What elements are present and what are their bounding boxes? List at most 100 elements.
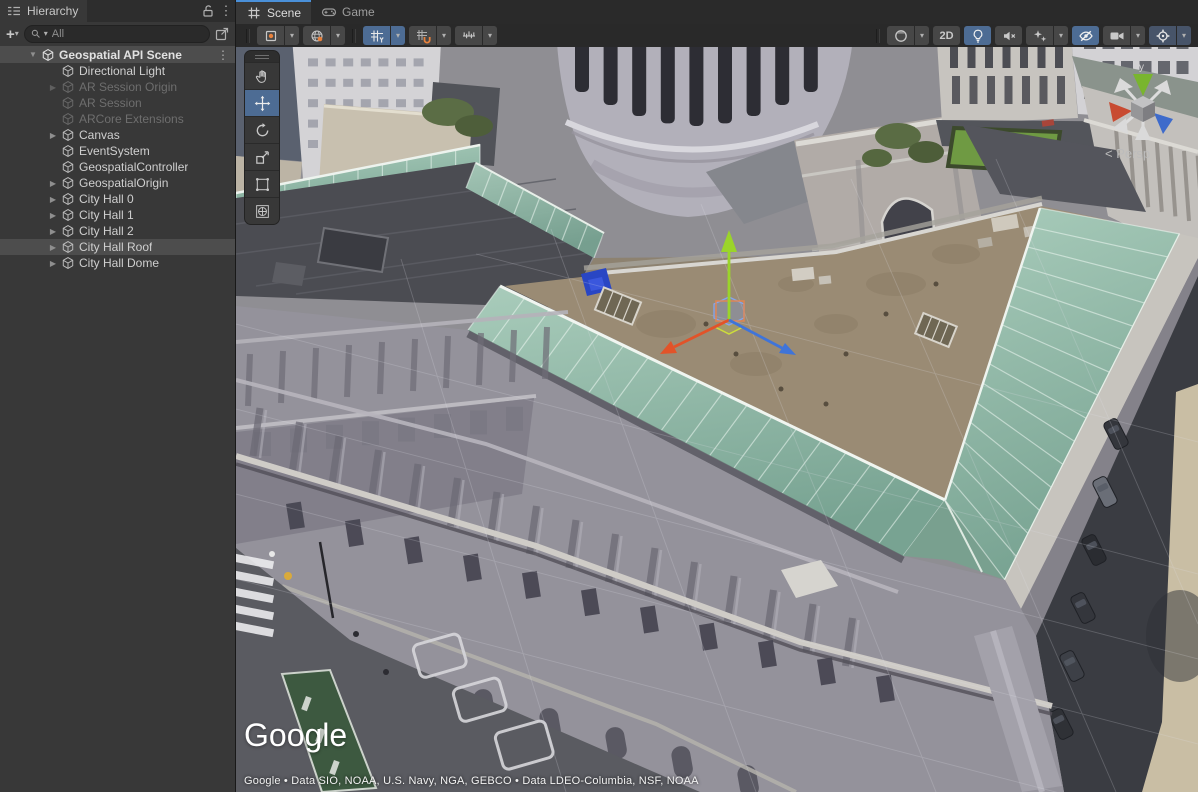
gizmos-dropdown[interactable]: ▾ — [1177, 26, 1191, 45]
plus-icon: + — [6, 27, 15, 42]
hierarchy-item-city-hall-1[interactable]: ▶City Hall 1 — [0, 207, 235, 223]
scene-viewport[interactable]: y < Persp ▾ ▾ — [236, 24, 1198, 792]
hierarchy-item-city-hall-0[interactable]: ▶City Hall 0 — [0, 191, 235, 207]
scale-tool-button[interactable] — [245, 143, 279, 170]
hierarchy-item-ar-session-origin[interactable]: ▶ AR Session Origin — [0, 79, 235, 95]
globe-icon — [309, 28, 325, 44]
grid-snapping-button[interactable] — [363, 26, 390, 45]
hierarchy-panel-icon — [6, 3, 22, 19]
hierarchy-menu-kebab-icon[interactable]: ⋮ — [217, 0, 235, 22]
camera-settings-dropdown[interactable]: ▾ — [1131, 26, 1145, 45]
toolbar-separator — [876, 29, 880, 43]
scene-canvas[interactable]: y < Persp — [236, 24, 1198, 792]
pivot-mode-button[interactable] — [257, 26, 284, 45]
gameobject-cube-icon — [60, 95, 76, 111]
gameobject-cube-icon — [60, 63, 76, 79]
gizmo-axis-label: y — [1139, 62, 1144, 73]
hierarchy-item-ar-session[interactable]: AR Session — [0, 95, 235, 111]
2d-toggle-button[interactable]: 2D — [933, 26, 960, 45]
scene-view: Scene Game — [236, 0, 1198, 792]
hierarchy-item-city-hall-2[interactable]: ▶City Hall 2 — [0, 223, 235, 239]
increment-snap-button[interactable] — [455, 26, 482, 45]
toolbar-separator — [352, 29, 356, 43]
lock-icon[interactable] — [199, 0, 217, 22]
scale-tool-icon — [254, 149, 271, 166]
audio-toggle-button[interactable] — [995, 26, 1022, 45]
hierarchy-item-city-hall-roof[interactable]: ▶ City Hall Roof — [0, 239, 235, 255]
snap-toggle-button[interactable] — [409, 26, 436, 45]
hierarchy-searchbox: ▾ — [24, 25, 210, 43]
gameobject-cube-icon — [60, 175, 76, 191]
hierarchy-item-label: ARCore Extensions — [79, 112, 184, 126]
hierarchy-panel: Hierarchy ⋮ + ▾ ▾ ▼ — [0, 0, 236, 792]
hierarchy-search-input[interactable] — [50, 27, 204, 41]
hierarchy-item-geospatialorigin[interactable]: ▶GeospatialOrigin — [0, 175, 235, 191]
hierarchy-item-city-hall-dome[interactable]: ▶City Hall Dome — [0, 255, 235, 271]
scene-root-label: Geospatial API Scene — [59, 48, 182, 62]
expand-arrow-icon[interactable]: ▶ — [46, 227, 60, 236]
gamepad-icon — [321, 4, 337, 20]
gameobject-cube-icon — [60, 191, 76, 207]
expand-arrow-icon[interactable]: ▶ — [46, 243, 60, 252]
scene-options-kebab-icon[interactable]: ⋮ — [217, 48, 235, 62]
camera-icon — [1109, 28, 1125, 44]
rotate-tool-button[interactable] — [245, 116, 279, 143]
hierarchy-item-label: Directional Light — [79, 64, 165, 78]
unity-editor-window: Hierarchy ⋮ + ▾ ▾ ▼ — [0, 0, 1198, 792]
gameobject-cube-icon — [60, 255, 76, 271]
expand-arrow-icon[interactable]: ▶ — [46, 211, 60, 220]
rect-tool-button[interactable] — [245, 170, 279, 197]
hand-icon — [254, 68, 271, 85]
gameobject-cube-icon — [60, 207, 76, 223]
pivot-mode-dropdown[interactable]: ▾ — [285, 26, 299, 45]
move-tool-icon — [254, 95, 271, 112]
orientation-globe-button[interactable] — [303, 26, 330, 45]
orientation-dropdown[interactable]: ▾ — [331, 26, 345, 45]
scene-tabbar: Scene Game — [236, 0, 1198, 24]
view-hand-tool-button[interactable] — [245, 62, 279, 89]
scene-view-toolbar: ▾ ▾ ▾ — [236, 24, 1198, 47]
scene-visibility-button[interactable] — [1072, 26, 1099, 45]
hierarchy-scene-root[interactable]: ▼ Geospatial API Scene ⋮ — [0, 46, 235, 63]
effects-dropdown[interactable]: ▾ — [1054, 26, 1068, 45]
tab-game[interactable]: Game — [311, 0, 385, 24]
grid-snapping-dropdown[interactable]: ▾ — [391, 26, 405, 45]
search-filter-caret-icon[interactable]: ▾ — [44, 30, 48, 38]
draw-mode-button[interactable] — [887, 26, 914, 45]
projection-mode-label[interactable]: < Persp — [1105, 146, 1150, 161]
hierarchy-item-arcore-extensions[interactable]: ARCore Extensions — [0, 111, 235, 127]
tab-scene[interactable]: Scene — [236, 0, 311, 24]
tab-hierarchy[interactable]: Hierarchy — [0, 0, 87, 22]
overlay-drag-handle[interactable] — [245, 51, 279, 62]
camera-settings-button[interactable] — [1103, 26, 1130, 45]
hierarchy-item-canvas[interactable]: ▶Canvas — [0, 127, 235, 143]
search-popout-icon[interactable] — [213, 26, 231, 42]
tools-overlay — [244, 50, 280, 225]
expand-arrow-icon[interactable]: ▶ — [46, 259, 60, 268]
unity-scene-icon — [40, 47, 56, 63]
grid-snap-icon — [369, 28, 385, 44]
hierarchy-tabbar: Hierarchy ⋮ — [0, 0, 235, 22]
hierarchy-item-geospatialcontroller[interactable]: GeospatialController — [0, 159, 235, 175]
gizmos-button[interactable] — [1149, 26, 1176, 45]
effects-toggle-button[interactable] — [1026, 26, 1053, 45]
transform-tool-button[interactable] — [245, 197, 279, 224]
expand-arrow-icon[interactable]: ▶ — [46, 179, 60, 188]
expand-arrow-icon[interactable]: ▼ — [26, 50, 40, 59]
expand-arrow-icon[interactable]: ▶ — [46, 195, 60, 204]
create-object-button[interactable]: + ▾ — [4, 27, 21, 42]
lighting-toggle-button[interactable] — [964, 26, 991, 45]
hierarchy-item-label: AR Session Origin — [79, 80, 177, 94]
expand-arrow-icon[interactable]: ▶ — [46, 83, 60, 92]
search-icon — [30, 28, 42, 40]
hierarchy-item-label: City Hall Roof — [79, 240, 152, 254]
hierarchy-item-directional-light[interactable]: Directional Light — [0, 63, 235, 79]
increment-snap-dropdown[interactable]: ▾ — [483, 26, 497, 45]
move-tool-button[interactable] — [245, 89, 279, 116]
draw-mode-dropdown[interactable]: ▾ — [915, 26, 929, 45]
hierarchy-item-eventsystem[interactable]: EventSystem — [0, 143, 235, 159]
google-watermark: Google — [244, 717, 347, 754]
snap-toggle-dropdown[interactable]: ▾ — [437, 26, 451, 45]
expand-arrow-icon[interactable]: ▶ — [46, 131, 60, 140]
eye-slash-icon — [1078, 28, 1094, 44]
